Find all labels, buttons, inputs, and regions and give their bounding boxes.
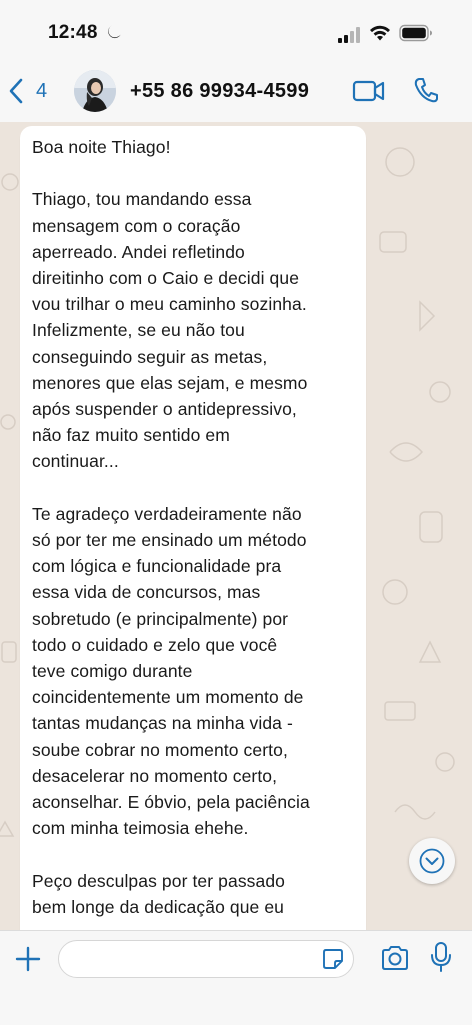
unread-count: 4	[36, 79, 48, 102]
phone-icon[interactable]	[413, 76, 439, 104]
message-input[interactable]	[58, 940, 354, 978]
contact-name[interactable]: +55 86 99934-4599	[130, 80, 309, 103]
plus-icon[interactable]	[14, 945, 42, 973]
avatar[interactable]	[74, 70, 116, 112]
input-bar	[0, 930, 472, 1025]
wifi-icon	[370, 25, 390, 41]
video-call-icon[interactable]	[352, 78, 386, 104]
microphone-icon[interactable]	[430, 941, 452, 973]
battery-icon	[399, 24, 432, 42]
sticker-icon[interactable]	[322, 948, 344, 970]
message-text: Boa noite Thiago! Thiago, tou mandando e…	[32, 137, 310, 917]
avatar-photo	[74, 70, 116, 112]
scroll-down-button[interactable]	[409, 838, 455, 884]
chat-header: 4 +55 86 99934-4599	[0, 60, 472, 123]
chevron-down-circle-icon	[419, 848, 445, 874]
status-bar: 12:48	[0, 0, 472, 60]
chevron-left-icon	[9, 78, 23, 104]
status-time: 12:48	[48, 22, 98, 43]
moon-icon	[108, 25, 121, 39]
back-button[interactable]: 4	[8, 74, 47, 108]
chat-area[interactable]: Boa noite Thiago! Thiago, tou mandando e…	[0, 122, 472, 930]
signal-icon	[338, 27, 360, 43]
camera-icon[interactable]	[380, 945, 410, 971]
